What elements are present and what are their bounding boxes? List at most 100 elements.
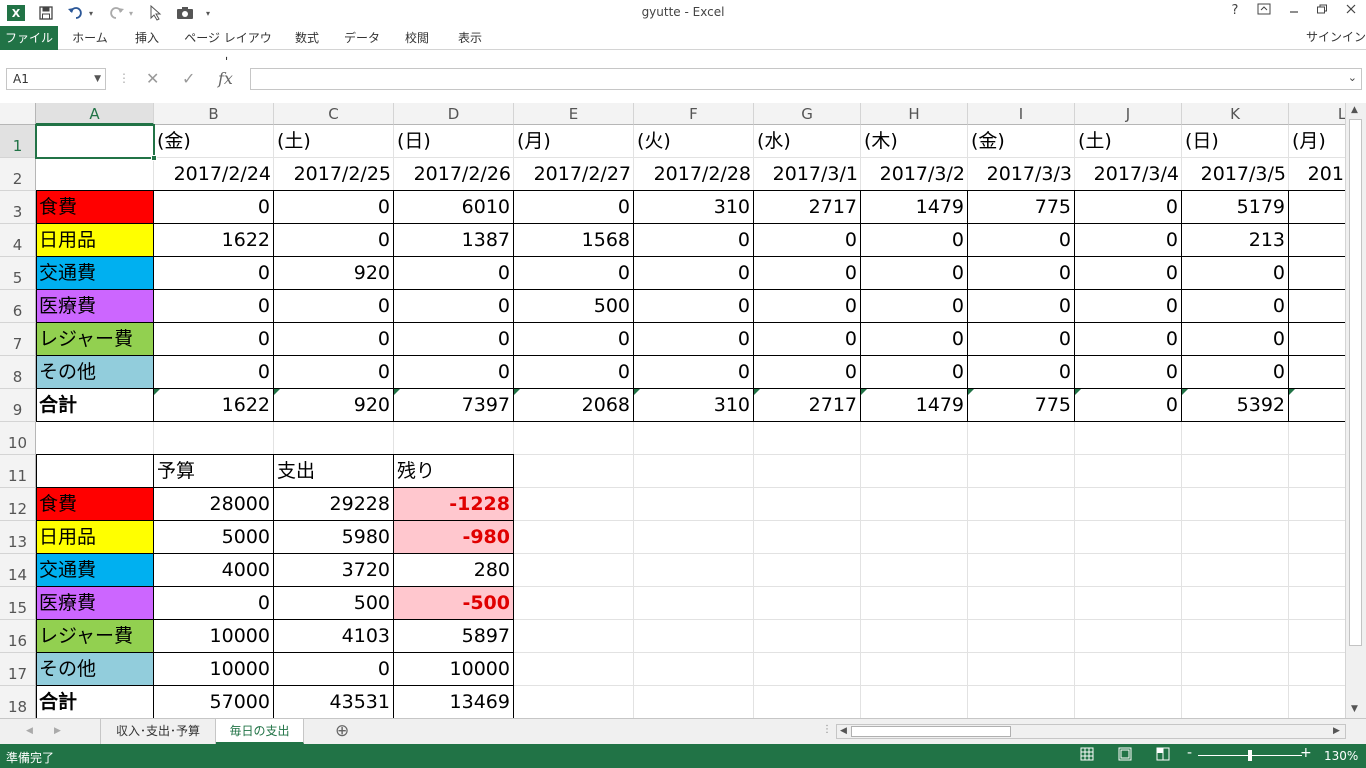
row-header-15[interactable]: 15 <box>0 587 36 620</box>
fill-handle[interactable] <box>151 155 157 161</box>
daily-value-cell[interactable]: 500 <box>514 290 634 323</box>
expand-formula-icon[interactable]: ⌄ <box>1348 71 1357 84</box>
name-box[interactable]: A1 ▼ <box>6 68 106 90</box>
row-header-14[interactable]: 14 <box>0 554 36 587</box>
chevron-down-icon[interactable]: ▼ <box>94 69 101 89</box>
remaining-value-cell[interactable]: 5897 <box>394 620 514 653</box>
zoom-in-button[interactable]: + <box>1300 745 1312 761</box>
daily-value-cell[interactable]: 0 <box>1075 191 1182 224</box>
category-label[interactable]: 交通費 <box>36 257 154 290</box>
column-header-l[interactable]: L <box>1289 103 1345 125</box>
row-header-9[interactable]: 9 <box>0 389 36 422</box>
daily-value-cell[interactable]: 0 <box>394 257 514 290</box>
category-label[interactable]: 日用品 <box>36 224 154 257</box>
column-header-e[interactable]: E <box>514 103 634 125</box>
daily-value-cell[interactable]: 5179 <box>1182 191 1289 224</box>
daily-value-cell[interactable] <box>1289 257 1345 290</box>
column-header-k[interactable]: K <box>1182 103 1289 125</box>
daily-value-cell[interactable]: 0 <box>394 290 514 323</box>
daily-value-cell[interactable]: 0 <box>514 191 634 224</box>
daily-total-cell[interactable]: 2068 <box>514 389 634 422</box>
spent-value-cell[interactable]: 4103 <box>274 620 394 653</box>
row-header-5[interactable]: 5 <box>0 257 36 290</box>
daily-value-cell[interactable]: 0 <box>968 224 1075 257</box>
date-cell[interactable]: 2017/2/24 <box>154 158 274 191</box>
daily-total-cell[interactable]: 5392 <box>1182 389 1289 422</box>
category-label[interactable]: 食費 <box>36 191 154 224</box>
restore-icon[interactable] <box>1311 3 1333 23</box>
prev-sheet-icon[interactable]: ◀ <box>26 726 33 736</box>
budget-header[interactable]: 予算 <box>154 455 274 488</box>
row-header-6[interactable]: 6 <box>0 290 36 323</box>
daily-value-cell[interactable]: 0 <box>514 257 634 290</box>
date-cell[interactable]: 2017/2/26 <box>394 158 514 191</box>
weekday-cell[interactable]: (月) <box>1289 125 1345 158</box>
spent-value-cell[interactable]: 29228 <box>274 488 394 521</box>
daily-value-cell[interactable]: 0 <box>968 356 1075 389</box>
row-header-11[interactable]: 11 <box>0 455 36 488</box>
row-header-12[interactable]: 12 <box>0 488 36 521</box>
daily-value-cell[interactable]: 0 <box>274 323 394 356</box>
formula-input[interactable]: ⌄ <box>250 68 1362 90</box>
budget-value-cell[interactable]: 28000 <box>154 488 274 521</box>
date-cell[interactable]: 2017/2/27 <box>514 158 634 191</box>
daily-total-cell[interactable]: 1622 <box>154 389 274 422</box>
daily-value-cell[interactable]: 0 <box>274 191 394 224</box>
spent-value-cell[interactable]: 500 <box>274 587 394 620</box>
daily-value-cell[interactable]: 0 <box>1075 257 1182 290</box>
zoom-out-button[interactable]: - <box>1187 745 1192 761</box>
daily-value-cell[interactable]: 0 <box>634 356 754 389</box>
column-header-c[interactable]: C <box>274 103 394 125</box>
daily-value-cell[interactable]: 0 <box>634 224 754 257</box>
budget-header[interactable]: 残り <box>394 455 514 488</box>
tab-review[interactable]: 校閲 <box>394 26 440 50</box>
column-header-g[interactable]: G <box>754 103 861 125</box>
budget-value-cell[interactable]: 0 <box>154 587 274 620</box>
daily-value-cell[interactable]: 0 <box>861 257 968 290</box>
vertical-scroll-thumb[interactable] <box>1349 119 1362 646</box>
daily-value-cell[interactable]: 775 <box>968 191 1075 224</box>
zoom-level[interactable]: 130% <box>1324 749 1358 763</box>
weekday-cell[interactable]: (土) <box>1075 125 1182 158</box>
daily-value-cell[interactable]: 0 <box>861 323 968 356</box>
budget-category-label[interactable]: 医療費 <box>36 587 154 620</box>
daily-value-cell[interactable]: 0 <box>754 356 861 389</box>
column-header-a[interactable]: A <box>36 103 154 125</box>
sheet-tab-daily-expense[interactable]: 毎日の支出 <box>216 719 304 744</box>
daily-value-cell[interactable]: 0 <box>968 290 1075 323</box>
daily-value-cell[interactable]: 0 <box>1075 356 1182 389</box>
row-header-18[interactable]: 18 <box>0 686 36 718</box>
weekday-cell[interactable]: (月) <box>514 125 634 158</box>
tab-insert[interactable]: 挿入 <box>124 26 170 50</box>
budget-category-label[interactable]: その他 <box>36 653 154 686</box>
worksheet-grid[interactable]: ABCDEFGHIJKL1234567891011121314151617181… <box>0 103 1345 718</box>
tab-split-icon[interactable]: ⋮ <box>822 724 832 735</box>
daily-value-cell[interactable]: 0 <box>861 290 968 323</box>
scroll-left-icon[interactable]: ◀ <box>840 726 847 736</box>
budget-value-cell[interactable]: 10000 <box>154 620 274 653</box>
date-cell[interactable]: 2017/3/5 <box>1182 158 1289 191</box>
daily-value-cell[interactable]: 0 <box>274 356 394 389</box>
tab-formulas[interactable]: 数式 <box>284 26 330 50</box>
remaining-value-cell[interactable]: -500 <box>394 587 514 620</box>
daily-value-cell[interactable]: 6010 <box>394 191 514 224</box>
daily-value-cell[interactable]: 1622 <box>154 224 274 257</box>
daily-total-cell[interactable] <box>1289 389 1345 422</box>
help-button[interactable]: ? <box>1224 3 1246 23</box>
weekday-cell[interactable]: (日) <box>1182 125 1289 158</box>
row-header-13[interactable]: 13 <box>0 521 36 554</box>
daily-value-cell[interactable]: 0 <box>154 191 274 224</box>
tab-page-layout[interactable]: ページ レイアウト <box>180 26 276 69</box>
row-header-7[interactable]: 7 <box>0 323 36 356</box>
daily-value-cell[interactable]: 0 <box>634 257 754 290</box>
daily-value-cell[interactable]: 0 <box>1182 356 1289 389</box>
row-header-16[interactable]: 16 <box>0 620 36 653</box>
column-header-j[interactable]: J <box>1075 103 1182 125</box>
sheet-tab-income-expense-budget[interactable]: 収入･支出･予算 <box>100 719 216 744</box>
daily-value-cell[interactable]: 0 <box>154 356 274 389</box>
date-cell[interactable]: 2017/2/25 <box>274 158 394 191</box>
tab-view[interactable]: 表示 <box>448 26 492 50</box>
spent-value-cell[interactable]: 0 <box>274 653 394 686</box>
daily-value-cell[interactable]: 0 <box>154 290 274 323</box>
daily-value-cell[interactable]: 0 <box>514 323 634 356</box>
